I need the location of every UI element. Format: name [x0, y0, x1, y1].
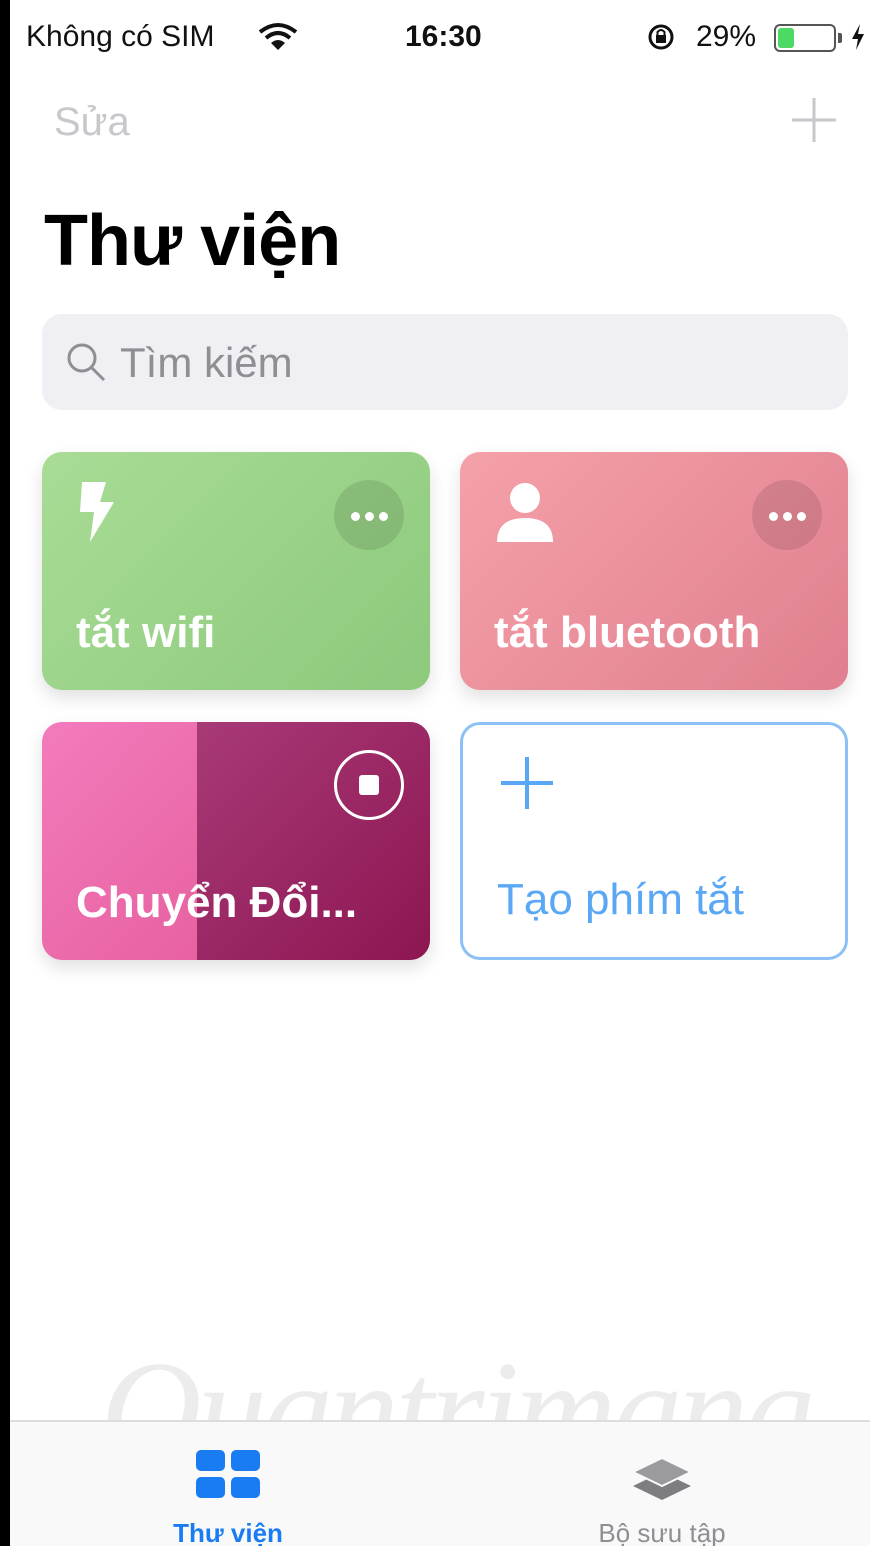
plus-icon [501, 757, 553, 809]
tab-label: Thư viện [173, 1518, 283, 1546]
battery-percent: 29% [696, 20, 757, 53]
shortcut-tile-convert[interactable]: Chuyển Đổi... [42, 722, 430, 960]
shortcut-label: tắt wifi [76, 608, 216, 657]
more-options-button[interactable] [334, 480, 404, 550]
battery-icon [774, 24, 836, 52]
create-shortcut-tile[interactable]: Tạo phím tắt [460, 722, 848, 960]
search-bar[interactable] [42, 314, 848, 410]
page-title: Thư viện [44, 201, 341, 281]
bolt-icon [80, 482, 114, 542]
plus-icon[interactable] [788, 94, 840, 146]
layers-icon [631, 1456, 693, 1500]
battery-tip [838, 33, 842, 43]
shortcuts-library-screen: Không có SIM 16:30 29% Sửa Thư viện Tìm … [10, 0, 870, 1546]
search-input[interactable] [118, 332, 822, 394]
shortcut-label: Chuyển Đổi... [76, 878, 358, 927]
tab-gallery[interactable]: Bộ sưu tập [542, 1422, 782, 1546]
tab-library[interactable]: Thư viện [108, 1422, 348, 1546]
orientation-lock-icon [648, 24, 674, 50]
status-bar: Không có SIM 16:30 29% [10, 0, 870, 76]
grid-icon [196, 1450, 260, 1498]
edit-button[interactable]: Sửa [54, 100, 130, 145]
shortcut-tile-wifi[interactable]: tắt wifi [42, 452, 430, 690]
tab-bar: Thư viện Bộ sưu tập [10, 1420, 870, 1546]
more-options-button[interactable] [752, 480, 822, 550]
charging-bolt-icon [852, 24, 864, 50]
search-icon [67, 343, 106, 382]
clock: 16:30 [405, 20, 482, 53]
person-icon [497, 483, 553, 542]
tab-label: Bộ sưu tập [598, 1518, 726, 1546]
shortcut-tile-bluetooth[interactable]: tắt bluetooth [460, 452, 848, 690]
shortcut-label: tắt bluetooth [494, 608, 761, 657]
stop-icon[interactable] [334, 750, 404, 820]
wifi-icon [258, 23, 298, 50]
shortcut-label: Tạo phím tắt [497, 875, 745, 924]
carrier-label: Không có SIM [26, 20, 215, 53]
